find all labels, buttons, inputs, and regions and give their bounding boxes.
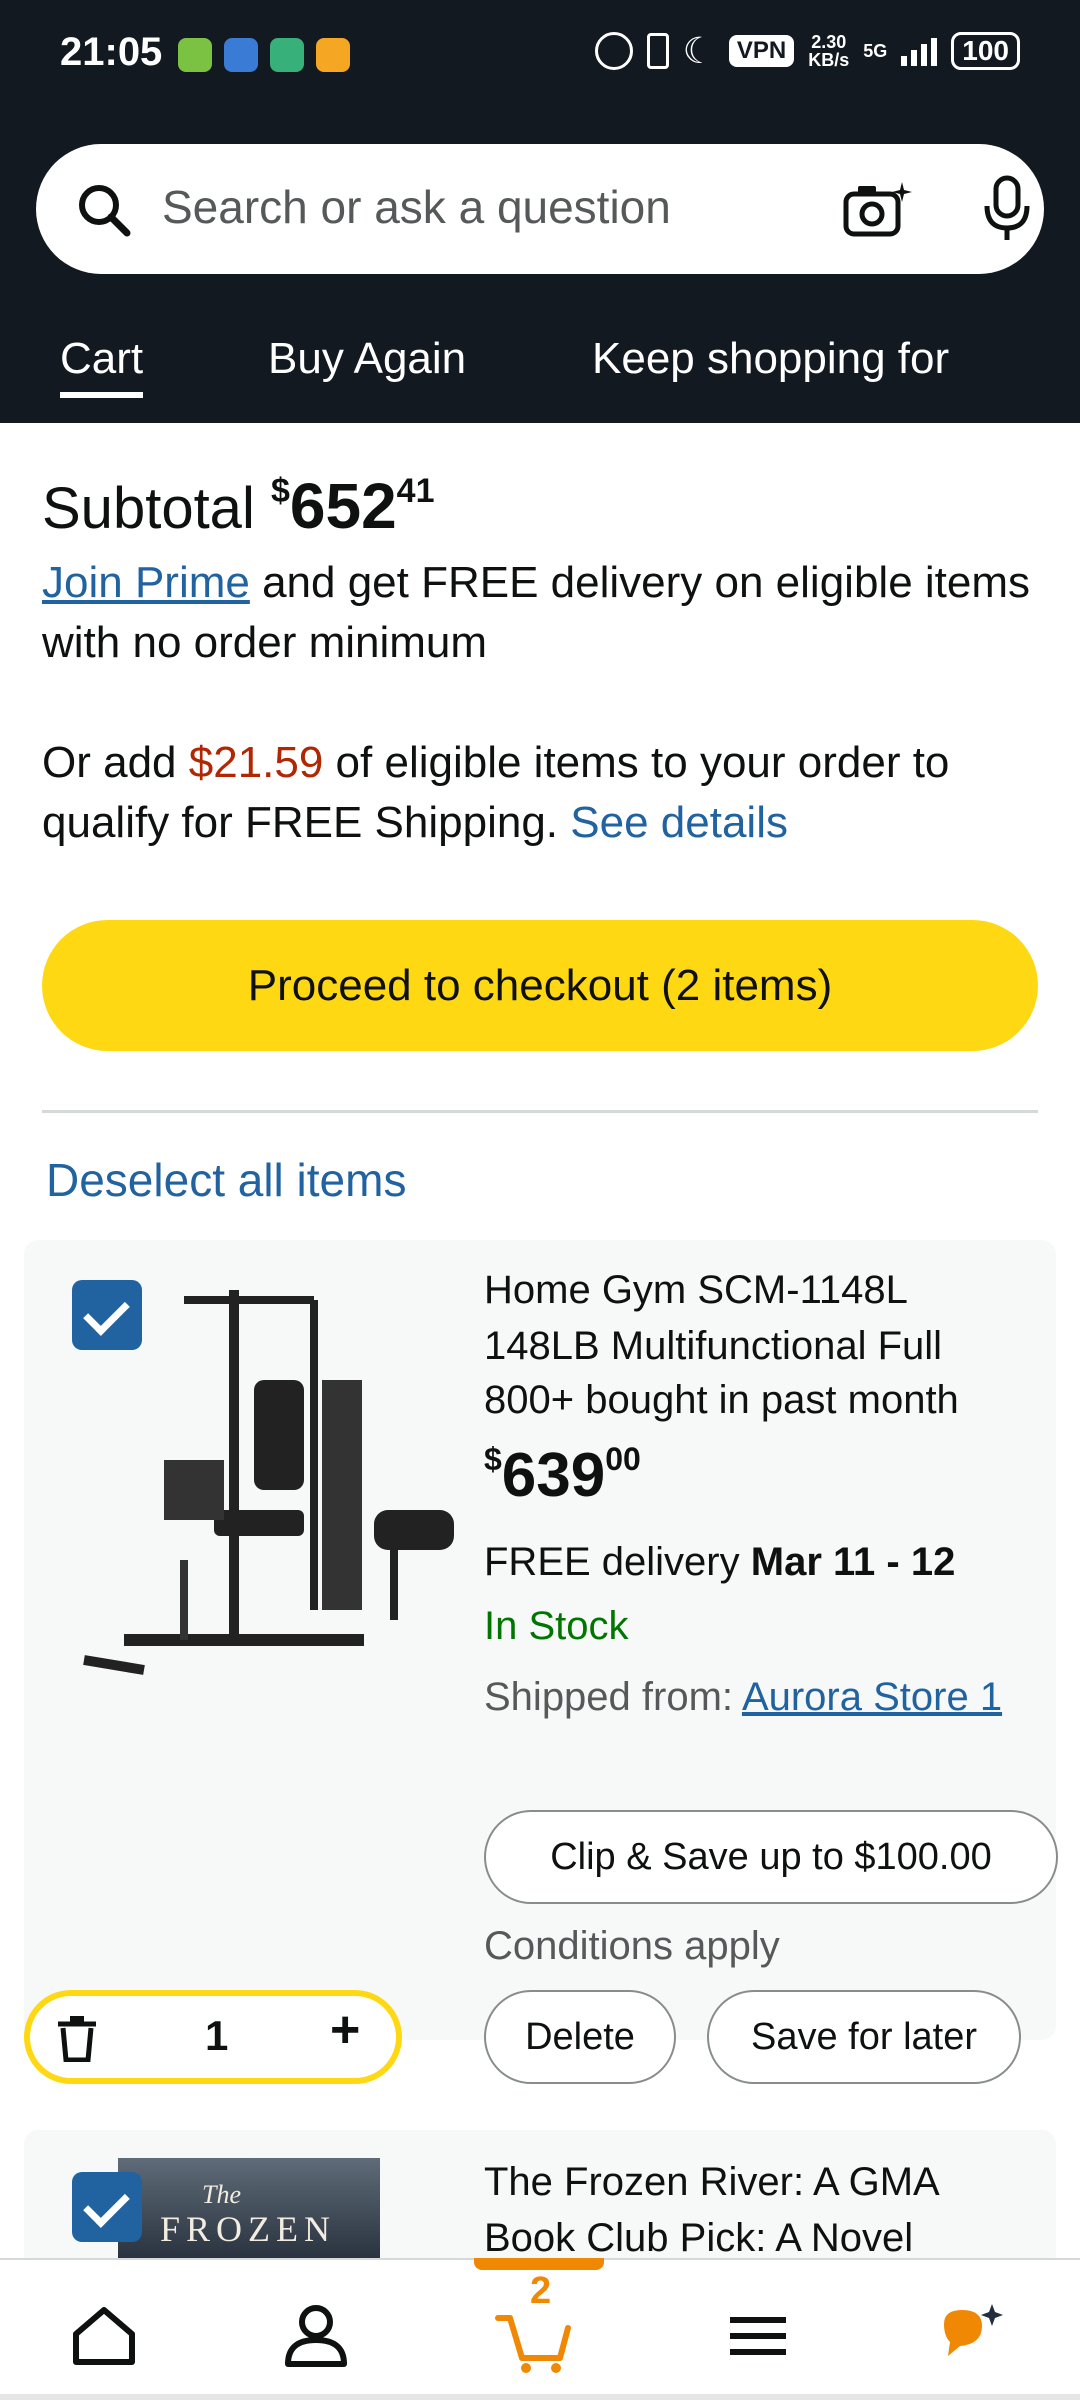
subtotal: Subtotal $65241	[42, 469, 434, 543]
prime-promo: Join Prime and get FREE delivery on elig…	[42, 553, 1042, 673]
vpn-badge: VPN	[728, 35, 795, 67]
shipped-from: Shipped from: Aurora Store 1	[484, 1666, 1044, 1728]
price-fraction: 00	[605, 1441, 641, 1477]
product-title[interactable]: The Frozen River: A GMA Book Club Pick: …	[484, 2154, 1024, 2266]
quantity-stepper: 1 +	[24, 1990, 402, 2084]
see-details-link[interactable]: See details	[570, 798, 788, 847]
app-notification-icon	[178, 38, 212, 72]
camera-search-icon[interactable]	[842, 180, 912, 240]
app-header: Search or ask a question Cart Buy Again …	[0, 120, 1080, 423]
notification-icons	[178, 38, 350, 72]
bottom-navigation: 2	[0, 2258, 1080, 2400]
search-input[interactable]: Search or ask a question	[162, 180, 671, 234]
menu-icon[interactable]	[718, 2296, 798, 2376]
network-speed: 2.30 KB/s	[808, 33, 849, 69]
cart-count-badge: 2	[530, 2270, 552, 2312]
vibrate-icon	[646, 33, 669, 69]
product-image[interactable]: The FROZEN	[118, 2158, 380, 2258]
purchase-count: 800+ bought in past month	[484, 1378, 959, 1422]
delivery-info: FREE delivery Mar 11 - 12	[484, 1540, 955, 1585]
price-currency: $	[484, 1441, 502, 1477]
battery-icon: 100	[951, 32, 1020, 70]
cart-item: Home Gym SCM-1148L 148LB Multifunctional…	[24, 1240, 1058, 2040]
alarm-icon	[594, 32, 633, 70]
active-tab-indicator	[474, 2258, 604, 2270]
item-checkbox[interactable]	[72, 2172, 142, 2242]
network-type: 5G	[863, 40, 888, 61]
price-whole: 639	[501, 1441, 606, 1510]
speed-unit: KB/s	[808, 50, 850, 70]
shipped-from-label: Shipped from:	[484, 1675, 742, 1719]
divider	[42, 1110, 1038, 1113]
subtotal-label: Subtotal	[42, 476, 255, 541]
status-right: ☾ VPN 2.30 KB/s 5G 100	[594, 30, 1020, 72]
speed-value: 2.30	[811, 32, 847, 52]
clip-coupon-button[interactable]: Clip & Save up to $100.00	[484, 1810, 1058, 1904]
status-time: 21:05	[60, 30, 163, 74]
tab-buy-again[interactable]: Buy Again	[268, 334, 466, 384]
proceed-to-checkout-button[interactable]: Proceed to checkout (2 items)	[42, 920, 1038, 1051]
save-for-later-button[interactable]: Save for later	[707, 1990, 1021, 2084]
signal-icon	[901, 36, 938, 66]
moon-icon: ☾	[682, 30, 715, 71]
join-prime-link[interactable]: Join Prime	[42, 558, 250, 607]
conditions-apply: Conditions apply	[484, 1924, 780, 1968]
account-icon[interactable]	[276, 2296, 356, 2376]
delivery-prefix: FREE delivery	[484, 1540, 751, 1584]
rufus-icon[interactable]	[930, 2296, 1010, 2376]
cart-tabs: Cart Buy Again Keep shopping for	[0, 320, 1080, 423]
tab-keep-shopping-for[interactable]: Keep shopping for	[592, 334, 949, 384]
subtotal-fraction: 41	[396, 472, 435, 510]
plus-icon[interactable]: +	[330, 2000, 360, 2060]
trash-icon[interactable]	[54, 2014, 100, 2062]
app-notification-icon	[316, 38, 350, 72]
quantity-value: 1	[205, 2012, 229, 2059]
free-shipping-prefix: Or add	[42, 738, 189, 787]
deselect-all-link[interactable]: Deselect all items	[46, 1153, 406, 1207]
search-bar[interactable]: Search or ask a question	[36, 144, 1044, 274]
app-notification-icon	[224, 38, 258, 72]
stock-status: In Stock	[484, 1604, 629, 1648]
free-shipping-amount: $21.59	[188, 738, 324, 787]
book-cover-subtitle: The	[202, 2180, 241, 2209]
delete-button[interactable]: Delete	[484, 1990, 676, 2084]
tab-cart[interactable]: Cart	[60, 334, 144, 398]
book-cover-title: FROZEN	[159, 2209, 336, 2249]
subtotal-whole: 652	[289, 470, 397, 542]
subtotal-currency: $	[270, 472, 290, 510]
app-notification-icon	[270, 38, 304, 72]
free-shipping-notice: Or add $21.59 of eligible items to your …	[42, 733, 1052, 853]
search-icon	[79, 185, 131, 237]
delivery-dates: Mar 11 - 12	[750, 1540, 956, 1584]
store-link[interactable]: Aurora Store 1	[742, 1675, 1002, 1719]
home-icon[interactable]	[64, 2296, 144, 2376]
product-title[interactable]: Home Gym SCM-1148L 148LB Multifunctional…	[484, 1262, 1024, 1374]
status-bar: 21:05 ☾ VPN 2.30 KB/s 5G 100	[0, 0, 1080, 120]
product-price: $63900	[484, 1440, 641, 1511]
gesture-bar	[0, 2394, 1080, 2400]
microphone-icon[interactable]	[982, 174, 1032, 244]
item-checkbox[interactable]	[72, 1280, 142, 1350]
